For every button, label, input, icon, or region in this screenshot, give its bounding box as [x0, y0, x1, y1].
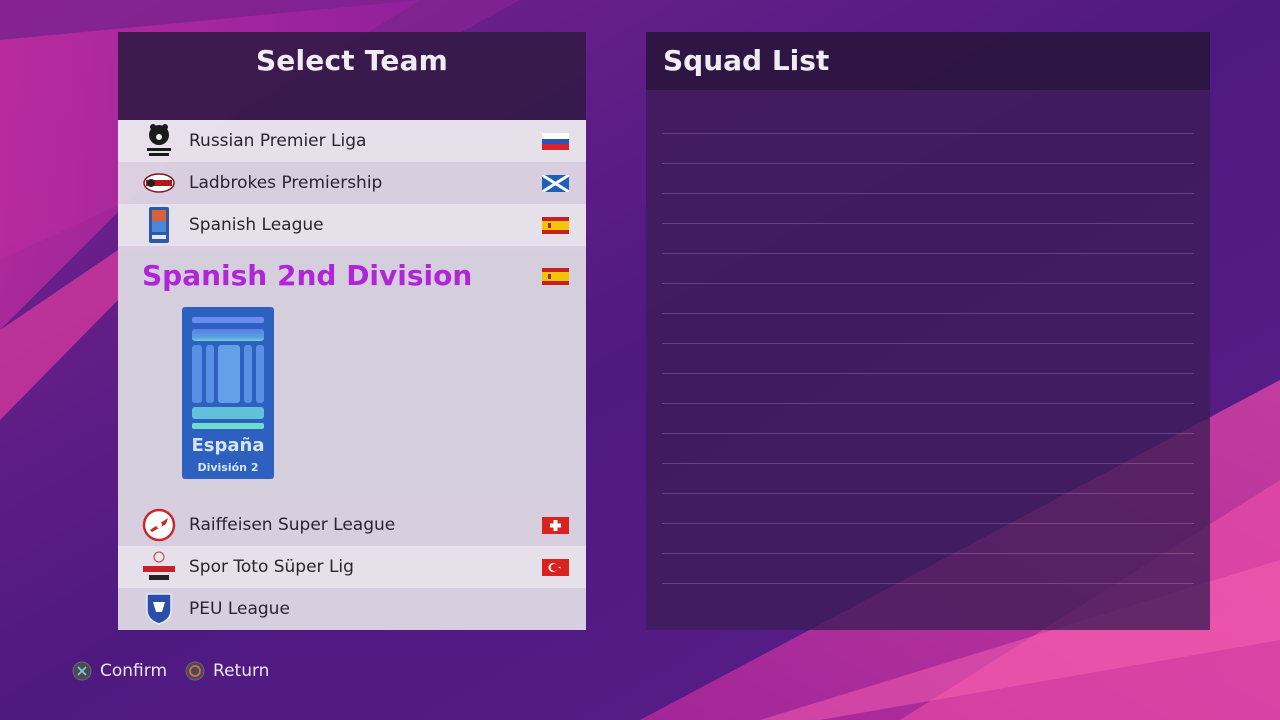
spor-toto-logo-icon	[138, 546, 180, 588]
turkey-flag-icon	[542, 558, 569, 576]
squad-list-panel: Squad List	[646, 32, 1210, 630]
rpl-bear-logo-icon	[138, 120, 180, 162]
spain-flag-icon	[542, 268, 569, 285]
squad-row-divider	[662, 193, 1194, 194]
svg-text:División 2: División 2	[197, 461, 258, 474]
squad-row-divider	[662, 583, 1194, 584]
league-name: Spor Toto Süper Lig	[189, 557, 354, 577]
squad-row-divider	[662, 403, 1194, 404]
league-item-ladbrokes-premiership[interactable]: Ladbrokes Premiership	[118, 162, 586, 204]
select-team-header: Select Team	[118, 32, 586, 120]
espana-division2-logo-icon: España División 2	[182, 307, 274, 479]
spain-flag-icon	[542, 216, 569, 234]
squad-row-divider	[662, 373, 1194, 374]
league-name: Ladbrokes Premiership	[189, 173, 383, 193]
swiss-super-league-logo-icon	[138, 504, 180, 546]
russia-flag-icon	[542, 132, 569, 150]
squad-row-divider	[662, 553, 1194, 554]
squad-row-divider	[662, 463, 1194, 464]
squad-row-divider	[662, 163, 1194, 164]
league-name: Spanish League	[189, 215, 324, 235]
league-item-spor-toto-super-lig[interactable]: Spor Toto Süper Lig	[118, 546, 586, 588]
confirm-label: Confirm	[100, 661, 168, 681]
league-item-spanish-league[interactable]: Spanish League	[118, 204, 586, 246]
squad-row-divider	[662, 313, 1194, 314]
circle-button-icon[interactable]	[185, 661, 205, 681]
league-name: PEU League	[189, 599, 290, 619]
squad-row-divider	[662, 433, 1194, 434]
squad-list-header: Squad List	[646, 32, 1210, 90]
select-team-title: Select Team	[255, 44, 449, 77]
laliga-logo-icon	[138, 204, 180, 246]
squad-row-divider	[662, 253, 1194, 254]
scotland-flag-icon	[542, 174, 569, 192]
league-item-russian-premier-liga[interactable]: Russian Premier Liga	[118, 120, 586, 162]
squad-row-divider	[662, 493, 1194, 494]
squad-row-divider	[662, 343, 1194, 344]
league-list: Russian Premier Liga Ladbrokes Premiersh…	[118, 120, 586, 630]
peu-shield-logo-icon	[138, 588, 180, 630]
squad-row-divider	[662, 223, 1194, 224]
league-name: Raiffeisen Super League	[189, 515, 396, 535]
svg-text:España: España	[191, 435, 264, 456]
selected-league-name: Spanish 2nd Division	[142, 259, 473, 292]
squad-row-divider	[662, 133, 1194, 134]
league-item-peu-league[interactable]: PEU League	[118, 588, 586, 630]
select-team-panel: Select Team Russian Premier Liga Ladbrok…	[118, 32, 586, 630]
squad-list-title: Squad List	[663, 44, 830, 77]
league-name: Russian Premier Liga	[189, 131, 367, 151]
return-label: Return	[213, 661, 270, 681]
cross-button-icon[interactable]	[72, 661, 92, 681]
squad-row-divider	[662, 283, 1194, 284]
button-prompts: Confirm Return	[72, 660, 287, 682]
squad-row-divider	[662, 523, 1194, 524]
league-item-raiffeisen-super-league[interactable]: Raiffeisen Super League	[118, 504, 586, 546]
spfl-logo-icon	[138, 162, 180, 204]
league-item-spanish-2nd-division[interactable]: Spanish 2nd Division España División 2	[118, 253, 586, 503]
switzerland-flag-icon	[542, 516, 569, 534]
